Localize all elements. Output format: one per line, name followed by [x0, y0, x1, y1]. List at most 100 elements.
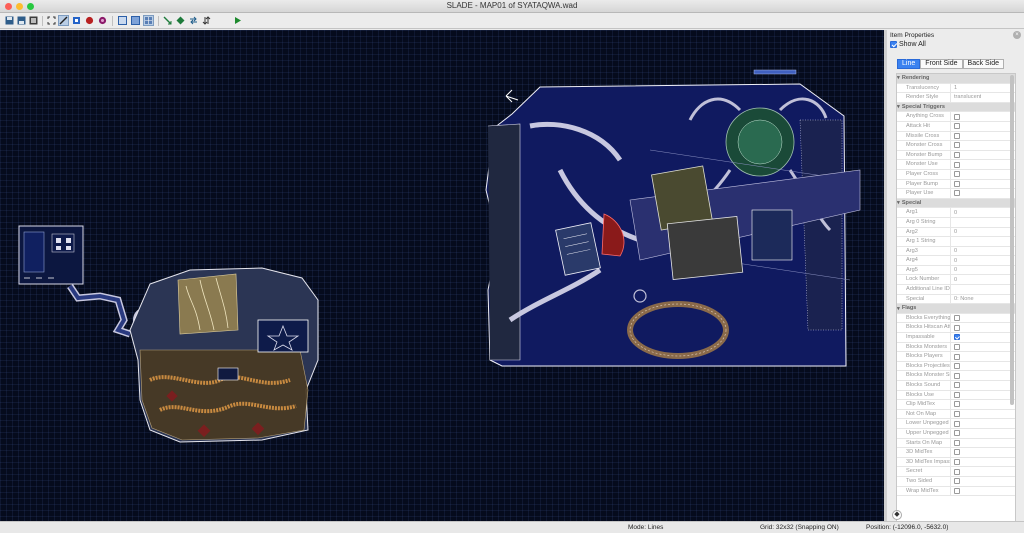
close-map-icon[interactable] — [28, 15, 39, 26]
property-row[interactable]: Starts On Map — [897, 438, 1015, 449]
property-row[interactable]: Blocks Monsters — [897, 342, 1015, 353]
property-value[interactable]: 0 — [951, 256, 957, 265]
property-value[interactable] — [951, 410, 960, 419]
property-checkbox[interactable] — [954, 449, 960, 456]
property-checkbox[interactable] — [954, 353, 960, 360]
property-checkbox[interactable] — [954, 363, 960, 370]
property-checkbox[interactable] — [954, 315, 960, 322]
property-checkbox[interactable] — [954, 190, 960, 197]
property-value[interactable] — [951, 132, 960, 141]
property-value[interactable]: 0: None — [951, 295, 974, 304]
view-things-icon[interactable] — [143, 15, 154, 26]
property-value[interactable]: translucent — [951, 93, 981, 102]
property-row[interactable]: Special 0: None — [897, 294, 1015, 305]
property-row[interactable]: Arg5 0 — [897, 265, 1015, 276]
property-value[interactable]: 0 — [951, 266, 957, 275]
view-lines-icon[interactable] — [117, 15, 128, 26]
property-row[interactable]: Blocks Hitscan Attacks — [897, 323, 1015, 334]
property-value[interactable] — [951, 400, 960, 409]
property-row[interactable]: 3D MidTex Impassable — [897, 457, 1015, 468]
save-all-icon[interactable] — [16, 15, 27, 26]
swap-sides-icon[interactable] — [201, 15, 212, 26]
split-line-icon[interactable] — [162, 15, 173, 26]
property-group-header[interactable]: ▾ Flags — [897, 304, 1015, 314]
property-checkbox[interactable] — [954, 324, 960, 331]
view-sectors-icon[interactable] — [130, 15, 141, 26]
property-row[interactable]: Blocks Monster Sight — [897, 371, 1015, 381]
property-value[interactable] — [951, 487, 960, 496]
property-checkbox[interactable] — [954, 382, 960, 389]
property-row[interactable]: Translucency 1 — [897, 83, 1015, 94]
property-value[interactable] — [951, 381, 960, 390]
property-checkbox[interactable] — [954, 430, 960, 437]
flip-icon[interactable] — [188, 15, 199, 26]
property-checkbox[interactable] — [954, 391, 960, 398]
map-canvas[interactable] — [0, 30, 884, 521]
property-value[interactable] — [951, 343, 960, 352]
property-checkbox[interactable] — [954, 334, 960, 341]
property-checkbox[interactable] — [954, 478, 960, 485]
property-row[interactable]: Monster Cross — [897, 141, 1015, 151]
property-value[interactable]: 0 — [951, 208, 957, 217]
property-row[interactable]: Anything Cross — [897, 112, 1015, 122]
property-value[interactable] — [951, 218, 954, 227]
things-mode-icon[interactable] — [84, 15, 95, 26]
3d-mode-icon[interactable] — [97, 15, 108, 26]
property-row[interactable]: Secret — [897, 467, 1015, 477]
property-group-header[interactable]: ▾ Rendering — [897, 74, 1015, 84]
show-all-checkbox[interactable] — [890, 41, 897, 48]
tab-front-side[interactable]: Front Side — [920, 59, 963, 69]
property-row[interactable]: Additional Line IDs — [897, 285, 1015, 295]
property-value[interactable] — [951, 180, 960, 189]
property-value[interactable]: 0 — [951, 275, 957, 284]
property-row[interactable]: Upper Unpegged — [897, 428, 1015, 439]
property-checkbox[interactable] — [954, 468, 960, 475]
property-row[interactable]: Attack Hit — [897, 121, 1015, 132]
property-row[interactable]: Not On Map — [897, 409, 1015, 420]
property-value[interactable] — [951, 151, 960, 160]
property-checkbox[interactable] — [954, 161, 960, 168]
property-value[interactable] — [951, 170, 960, 179]
property-value[interactable]: 0 — [951, 247, 957, 256]
property-row[interactable]: Monster Bump — [897, 150, 1015, 161]
property-checkbox[interactable] — [954, 439, 960, 446]
property-row[interactable]: Wrap MidTex — [897, 486, 1015, 497]
property-row[interactable]: Blocks Sound — [897, 381, 1015, 391]
property-row[interactable]: Lower Unpegged — [897, 419, 1015, 429]
property-value[interactable] — [951, 371, 960, 380]
property-checkbox[interactable] — [954, 372, 960, 379]
property-row[interactable]: Impassable — [897, 333, 1015, 343]
property-checkbox[interactable] — [954, 343, 960, 350]
property-value[interactable] — [951, 112, 960, 121]
property-value[interactable] — [951, 448, 960, 457]
property-checkbox[interactable] — [954, 123, 960, 130]
property-checkbox[interactable] — [954, 152, 960, 159]
fit-view-icon[interactable] — [46, 15, 57, 26]
property-value[interactable] — [951, 160, 960, 169]
property-value[interactable] — [951, 391, 960, 400]
property-checkbox[interactable] — [954, 411, 960, 418]
property-row[interactable]: Arg 1 String — [897, 237, 1015, 247]
property-row[interactable]: Blocks Everything — [897, 313, 1015, 324]
property-value[interactable] — [951, 429, 960, 438]
property-row[interactable]: Blocks Projectiles — [897, 361, 1015, 372]
property-checkbox[interactable] — [954, 132, 960, 139]
property-row[interactable]: Player Use — [897, 189, 1015, 199]
property-row[interactable]: Arg4 0 — [897, 256, 1015, 266]
property-row[interactable]: Blocks Players — [897, 352, 1015, 362]
property-value[interactable]: 1 — [951, 84, 957, 93]
property-row[interactable]: 3D MidTex — [897, 448, 1015, 458]
draw-lines-icon[interactable] — [58, 15, 69, 26]
tab-line[interactable]: Line — [897, 59, 921, 69]
property-value[interactable] — [951, 189, 960, 198]
property-row[interactable]: Arg 0 String — [897, 217, 1015, 228]
property-row[interactable]: Player Cross — [897, 169, 1015, 180]
property-value[interactable] — [951, 352, 960, 361]
property-value[interactable] — [951, 439, 960, 448]
apply-icon[interactable]: ◆ — [892, 510, 902, 520]
property-checkbox[interactable] — [954, 487, 960, 494]
property-value[interactable] — [951, 141, 960, 150]
property-row[interactable]: Two Sided — [897, 476, 1015, 487]
panel-close-icon[interactable]: × — [1013, 31, 1021, 39]
property-value[interactable] — [951, 122, 960, 131]
